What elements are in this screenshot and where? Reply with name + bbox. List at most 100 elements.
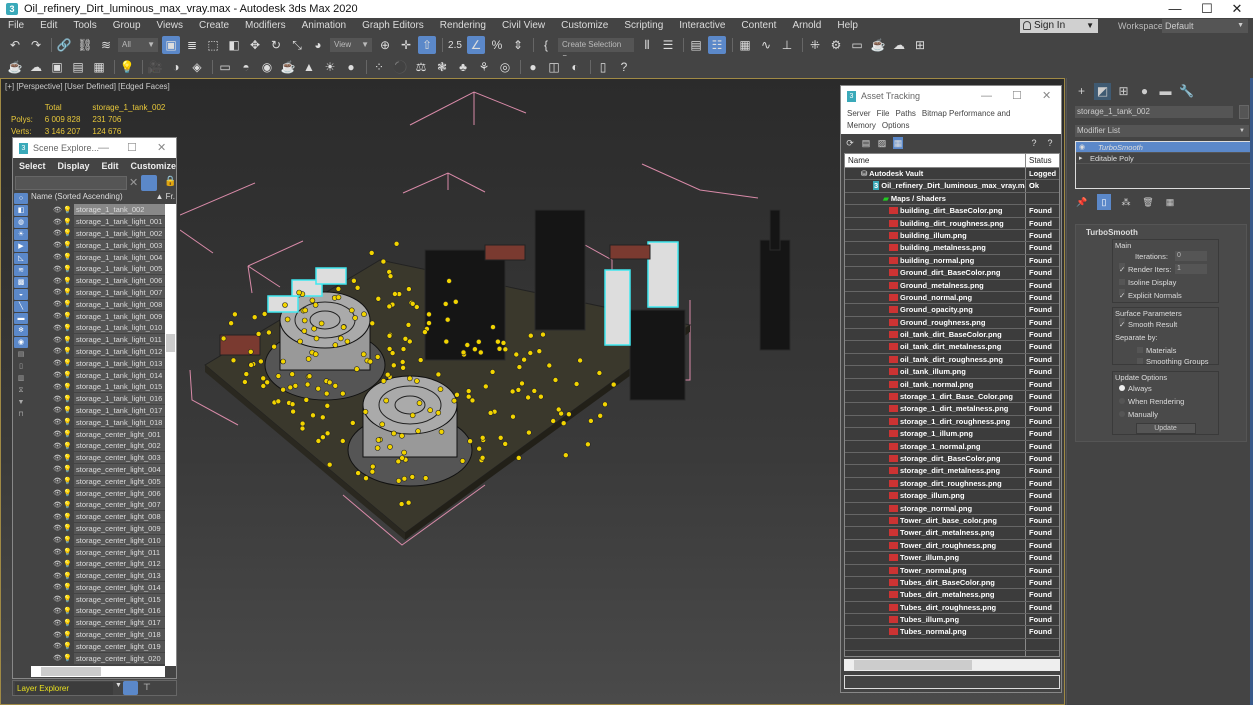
light-marker[interactable] xyxy=(260,383,267,389)
light-marker[interactable] xyxy=(452,299,459,305)
help-icon[interactable]: ? xyxy=(615,58,633,76)
horizontal-scrollbar[interactable] xyxy=(31,666,165,677)
light-marker[interactable] xyxy=(519,380,525,387)
light-marker[interactable] xyxy=(476,445,483,452)
light-marker[interactable] xyxy=(354,366,360,372)
light-marker[interactable] xyxy=(318,320,325,327)
snap-toggle-icon[interactable]: 2.5 xyxy=(446,36,464,54)
asset-row[interactable]: building_illum.png Found xyxy=(845,229,1059,243)
light-marker[interactable] xyxy=(324,402,331,409)
light-marker[interactable] xyxy=(515,455,522,461)
link-icon[interactable]: 🔗 xyxy=(55,36,73,54)
cloud-icon[interactable]: ☁ xyxy=(27,58,45,76)
camera-icon[interactable]: 🎥 xyxy=(146,58,164,76)
visibility-eye-icon[interactable]: 👁 xyxy=(53,359,63,367)
visibility-eye-icon[interactable]: 👁 xyxy=(53,631,63,639)
menu-tools[interactable]: Tools xyxy=(65,20,104,31)
asset-row[interactable]: ⛁ Autodesk Vault Logged O xyxy=(845,168,1059,190)
visibility-eye-icon[interactable]: 👁 xyxy=(53,241,63,249)
light-marker[interactable] xyxy=(422,475,429,481)
light-marker[interactable] xyxy=(438,428,445,435)
visibility-eye-icon[interactable]: 👁 xyxy=(53,513,63,521)
asset-row[interactable]: storage_1_dirt_metalness.png Found xyxy=(845,403,1059,416)
visibility-eye-icon[interactable]: 👁 xyxy=(53,277,63,285)
frozen-filter-icon[interactable]: ❄ xyxy=(14,325,28,336)
update-option-always[interactable]: Always xyxy=(1113,382,1218,395)
layer-explorer-toggle-icon[interactable]: ☷ xyxy=(708,36,726,54)
light-marker[interactable] xyxy=(467,438,473,445)
light-marker[interactable] xyxy=(344,338,351,345)
light-marker[interactable] xyxy=(338,335,344,342)
light-marker[interactable] xyxy=(399,359,406,365)
light-marker[interactable] xyxy=(398,501,405,507)
scene-list-item[interactable]: 👁 💡 storage_center_light_015 xyxy=(31,593,169,605)
menu-arnold[interactable]: Arnold xyxy=(784,20,829,31)
visibility-eye-icon[interactable]: 👁 xyxy=(53,418,63,426)
asset-menu-server[interactable]: Server xyxy=(847,109,871,118)
scrollbar-thumb[interactable] xyxy=(41,667,101,676)
fur-icon[interactable]: ⁘ xyxy=(370,58,388,76)
container-icon[interactable]: ⊓ xyxy=(14,409,28,420)
light-marker[interactable] xyxy=(340,390,346,397)
light-marker[interactable] xyxy=(395,477,402,484)
light-marker[interactable] xyxy=(577,357,583,364)
visibility-eye-icon[interactable]: 👁 xyxy=(53,336,63,344)
visibility-eye-icon[interactable]: 👁 xyxy=(53,442,63,450)
percent-snap-icon[interactable]: % xyxy=(488,36,506,54)
asset-row[interactable]: Tower_dirt_metalness.png Found xyxy=(845,527,1059,540)
asset-menu-bitmap-performance-and-memory[interactable]: Bitmap Performance and Memory xyxy=(847,109,1010,130)
scene-list-item[interactable]: 👁 💡 storage_center_light_009 xyxy=(31,522,169,535)
light-marker[interactable] xyxy=(525,394,531,401)
table-view-icon[interactable]: ▦ xyxy=(893,136,903,149)
light-marker[interactable] xyxy=(282,302,288,308)
light-marker[interactable] xyxy=(442,301,449,307)
horizontal-scrollbar[interactable] xyxy=(844,659,1060,671)
pivot-center-icon[interactable]: ⊕ xyxy=(376,36,394,54)
render-iters-checkbox[interactable]: ✓ xyxy=(1119,263,1125,274)
asset-row[interactable]: Ground_metalness.png Found xyxy=(845,279,1059,292)
radio-button[interactable] xyxy=(1119,411,1125,417)
helpers-filter-icon[interactable]: ◺ xyxy=(14,253,28,264)
asset-row[interactable]: storage_normal.png Found xyxy=(845,502,1059,515)
chevron-down-icon[interactable]: ▼ xyxy=(115,682,122,689)
dome-light-icon[interactable]: ◓ xyxy=(237,58,255,76)
light-marker[interactable] xyxy=(401,449,407,456)
light-marker[interactable] xyxy=(393,241,400,247)
light-marker[interactable] xyxy=(555,406,562,413)
scene-list-item[interactable]: 👁 💡 storage_1_tank_002 xyxy=(31,204,169,216)
rendered-frame-window-icon[interactable]: ▭ xyxy=(848,36,866,54)
asset-row[interactable]: ▰ Maps / Shaders xyxy=(845,192,1059,206)
light-marker[interactable] xyxy=(443,338,450,345)
light-marker[interactable] xyxy=(332,342,339,348)
visibility-eye-icon[interactable]: 👁 xyxy=(53,536,63,544)
rect-selection-icon[interactable]: ⬚ xyxy=(204,36,222,54)
modifier-list-dropdown[interactable]: Modifier List ▼ xyxy=(1075,125,1249,137)
selection-filter-dropdown[interactable]: All ▼ xyxy=(118,38,158,52)
select-object-icon[interactable]: ▣ xyxy=(162,36,180,54)
asset-menu-paths[interactable]: Paths xyxy=(895,109,915,118)
light-marker[interactable] xyxy=(560,420,567,427)
asset-row[interactable]: oil_tank_normal.png Found xyxy=(845,378,1059,392)
ambient-light-icon[interactable]: ● xyxy=(342,58,360,76)
proxy-icon[interactable]: ⚫ xyxy=(391,58,409,76)
light-marker[interactable] xyxy=(502,346,509,353)
remove-modifier-icon[interactable]: 🗑 xyxy=(1141,194,1155,210)
menu-file[interactable]: File xyxy=(0,20,32,31)
light-marker[interactable] xyxy=(375,437,382,443)
scene-list-item[interactable]: 👁 💡 storage_1_tank_light_005 xyxy=(31,263,169,275)
visibility-eye-icon[interactable]: 👁 xyxy=(53,312,63,320)
light-marker[interactable] xyxy=(228,320,234,326)
lights-filter-icon[interactable]: ☀ xyxy=(14,229,28,240)
unlink-icon[interactable]: ⛓ xyxy=(76,36,94,54)
visibility-eye-icon[interactable]: 👁 xyxy=(53,501,63,509)
light-marker[interactable] xyxy=(427,407,433,414)
visibility-eye-icon[interactable]: 👁 xyxy=(53,206,63,214)
smoothing-groups-checkbox[interactable] xyxy=(1137,358,1143,364)
scene-explorer-toggle-icon[interactable]: ▤ xyxy=(687,36,705,54)
light-marker[interactable] xyxy=(391,430,397,437)
light-marker[interactable] xyxy=(546,362,553,369)
visibility-eye-icon[interactable]: 👁 xyxy=(53,218,63,226)
close-button[interactable]: ✕ xyxy=(1042,86,1051,106)
light-marker[interactable] xyxy=(490,324,496,330)
menu-help[interactable]: Help xyxy=(829,20,866,31)
